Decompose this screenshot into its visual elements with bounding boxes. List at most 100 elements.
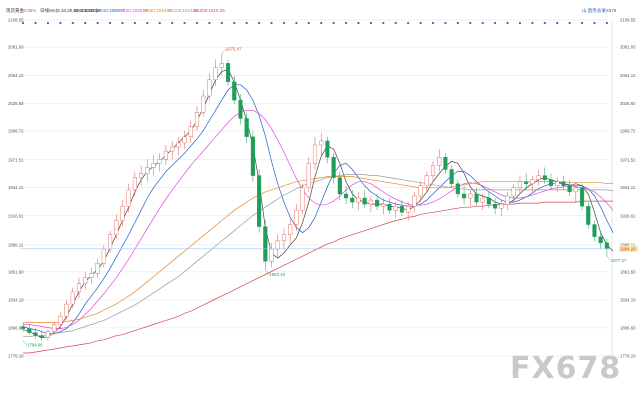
event-dot — [543, 21, 546, 25]
candle-body — [194, 112, 200, 127]
candle-body — [126, 189, 131, 207]
y-tick-left: 1971.51 — [8, 157, 24, 162]
event-dot — [171, 21, 174, 25]
candle-body — [356, 197, 361, 203]
event-dot — [357, 21, 360, 25]
event-dot — [518, 21, 522, 25]
candle-body — [443, 157, 448, 170]
candle-body — [350, 197, 355, 203]
candle-body — [319, 140, 324, 146]
event-dot — [295, 21, 298, 25]
candle-body — [263, 226, 268, 262]
candle-body — [461, 193, 467, 199]
last-price-label: 1884.20 — [620, 246, 636, 251]
annotation-high: 2075.47 — [226, 47, 242, 52]
event-dot — [320, 21, 323, 25]
candle-body — [418, 185, 423, 197]
y-tick-left: 1916.61 — [8, 213, 24, 218]
candle-body — [83, 277, 88, 284]
candle-body — [145, 167, 150, 174]
event-dot — [605, 21, 608, 25]
candle-body — [58, 316, 63, 325]
event-dot — [34, 21, 37, 25]
candle-body — [474, 193, 479, 203]
candle-body — [21, 326, 26, 329]
y-tick-right: 1944.11 — [620, 185, 636, 190]
candle-body — [449, 169, 454, 184]
candle-body — [561, 181, 566, 186]
candle-body — [207, 79, 212, 97]
candle-body — [331, 157, 336, 178]
event-dot — [282, 21, 286, 25]
candle-body — [325, 140, 330, 158]
y-tick-right: 1999.72 — [620, 128, 636, 133]
candle-body — [524, 181, 529, 184]
candle-body — [586, 205, 591, 225]
candle-body — [157, 159, 162, 164]
candle-body — [281, 234, 287, 242]
candle-body — [579, 187, 585, 207]
candle-body — [294, 210, 299, 225]
y-tick-left: 1834.10 — [8, 297, 24, 302]
candle-body — [182, 136, 187, 144]
event-dot — [369, 21, 372, 25]
chart-stage: 现货黄金 -0.95% 日线MA(5,10,20,60,100,200) MA5… — [0, 0, 640, 400]
event-dot — [146, 21, 149, 25]
event-dot — [419, 21, 422, 25]
candle-body — [362, 197, 367, 205]
candle-body — [70, 291, 75, 305]
event-dot — [121, 21, 124, 25]
y-tick-left: 1779.10 — [8, 354, 24, 359]
candle-body — [170, 146, 175, 152]
y-tick-left: 2081.93 — [8, 45, 24, 50]
candle-body — [567, 185, 572, 193]
candle-body — [176, 142, 181, 148]
candle-body — [337, 177, 342, 195]
candle-body — [555, 181, 560, 186]
candle-body — [375, 199, 380, 207]
annotation-low: 1863.19 — [269, 272, 285, 277]
candle-body — [493, 203, 498, 209]
y-tick-left: 2026.92 — [8, 101, 24, 106]
event-dot — [593, 21, 596, 25]
event-dot — [494, 21, 497, 25]
event-dot — [332, 21, 335, 25]
candle-body — [486, 197, 491, 205]
candle-body — [343, 193, 349, 199]
y-tick-right: 1834.10 — [620, 297, 636, 302]
ma200-value: MA200:1910.26 — [193, 8, 225, 13]
change-pct: -0.95% — [22, 8, 36, 13]
candle-body — [33, 332, 38, 336]
candle-body — [598, 236, 603, 244]
y-tick-right: 2081.93 — [620, 45, 636, 50]
candle-body — [257, 175, 262, 227]
candle-body — [95, 263, 100, 274]
annotation-low: 1877.27 — [611, 258, 627, 263]
event-dot — [46, 21, 50, 25]
event-dot — [258, 21, 261, 25]
brand-tag: FX678 — [603, 8, 617, 13]
candle-body — [381, 203, 386, 207]
event-dot — [382, 21, 385, 25]
y-tick-right: 1806.60 — [620, 325, 636, 330]
annotation-low: 1794.06 — [27, 343, 43, 348]
watermark: FX678 — [510, 351, 621, 386]
event-dot — [220, 21, 223, 25]
candle-body — [517, 181, 523, 189]
event-dot — [568, 21, 571, 25]
candle-body — [592, 224, 597, 237]
candle-body — [275, 240, 280, 250]
event-dot — [531, 21, 534, 25]
y-tick-left: 1861.60 — [8, 269, 24, 274]
event-dot — [444, 21, 447, 25]
candle-body — [548, 179, 554, 186]
candle-body — [39, 335, 44, 338]
candle-body — [213, 67, 218, 80]
y-tick-right: 1971.51 — [620, 157, 636, 162]
candle-body — [201, 95, 206, 113]
event-dot — [456, 21, 459, 25]
candle-body — [225, 63, 231, 82]
event-dot — [208, 21, 211, 25]
event-dot — [394, 21, 397, 25]
candle-body — [511, 187, 516, 197]
